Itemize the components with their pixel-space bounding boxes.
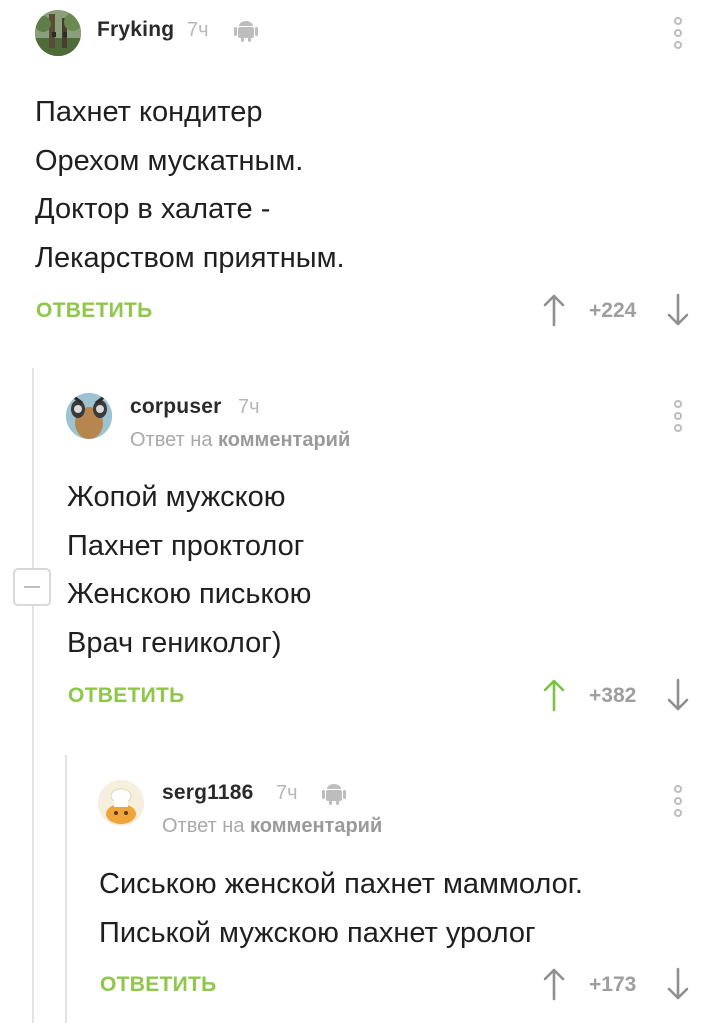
reply-to-label[interactable]: Ответ на комментарий [162, 815, 382, 838]
comment-line: Орехом мускатным. [35, 144, 304, 177]
reply-to-link[interactable]: комментарий [250, 815, 382, 837]
chef-avatar-icon [98, 780, 144, 826]
comment-body: Жопой мужскою Пахнет проктолог Женскою п… [67, 473, 311, 667]
comment-line: Лекарством приятным. [35, 241, 345, 274]
more-options-icon[interactable] [673, 785, 683, 819]
comment-line: Сиською женской пахнет маммолог. [99, 868, 583, 900]
more-options-icon[interactable] [673, 17, 683, 51]
comment-body: Пахнет кондитер Орехом мускатным. Доктор… [35, 88, 345, 282]
android-icon [234, 21, 258, 42]
avatar[interactable] [98, 780, 144, 826]
downvote-arrow-icon[interactable] [667, 678, 689, 712]
reply-to-link[interactable]: комментарий [218, 429, 350, 451]
comment-line: Врач гениколог) [67, 626, 282, 659]
username[interactable]: serg1186 [162, 781, 254, 805]
reply-to-label[interactable]: Ответ на комментарий [130, 429, 350, 452]
comment-line: Писькой мужскою пахнет уролог [99, 916, 536, 949]
comment-line: Женскою пиською [67, 578, 312, 610]
comment-time: 7ч [276, 782, 298, 804]
rating-count: +173 [589, 973, 637, 996]
comment-line: Жопой мужскою [67, 481, 286, 513]
comment-line: Пахнет проктолог [67, 529, 305, 562]
reply-button[interactable]: ОТВЕТИТЬ [68, 684, 185, 708]
upvote-arrow-icon[interactable] [543, 678, 565, 712]
comment-line: Доктор в халате - [35, 193, 271, 225]
rating-count: +382 [589, 684, 637, 707]
username[interactable]: Fryking [97, 18, 174, 42]
reply-button[interactable]: ОТВЕТИТЬ [36, 299, 153, 323]
cartoon-avatar-icon [66, 393, 112, 439]
collapse-thread-button[interactable] [13, 568, 51, 606]
reply-button[interactable]: ОТВЕТИТЬ [100, 973, 217, 997]
avatar[interactable] [35, 10, 81, 56]
comment-line: Пахнет кондитер [35, 96, 263, 128]
thread-line-level-1 [32, 368, 34, 1023]
comment-time: 7ч [238, 396, 260, 418]
android-icon [322, 784, 346, 805]
username[interactable]: corpuser [130, 395, 221, 419]
thread-line-level-2 [65, 755, 67, 1023]
upvote-arrow-icon[interactable] [543, 293, 565, 327]
upvote-arrow-icon[interactable] [543, 967, 565, 1001]
downvote-arrow-icon[interactable] [667, 293, 689, 327]
downvote-arrow-icon[interactable] [667, 967, 689, 1001]
more-options-icon[interactable] [673, 400, 683, 434]
forest-avatar-icon [35, 10, 81, 56]
reply-to-prefix: Ответ на [162, 815, 245, 837]
comment-body: Сиською женской пахнет маммолог. Писькой… [99, 860, 583, 957]
rating-count: +224 [589, 299, 637, 322]
avatar[interactable] [66, 393, 112, 439]
reply-to-prefix: Ответ на [130, 429, 213, 451]
comment-time: 7ч [187, 19, 209, 41]
